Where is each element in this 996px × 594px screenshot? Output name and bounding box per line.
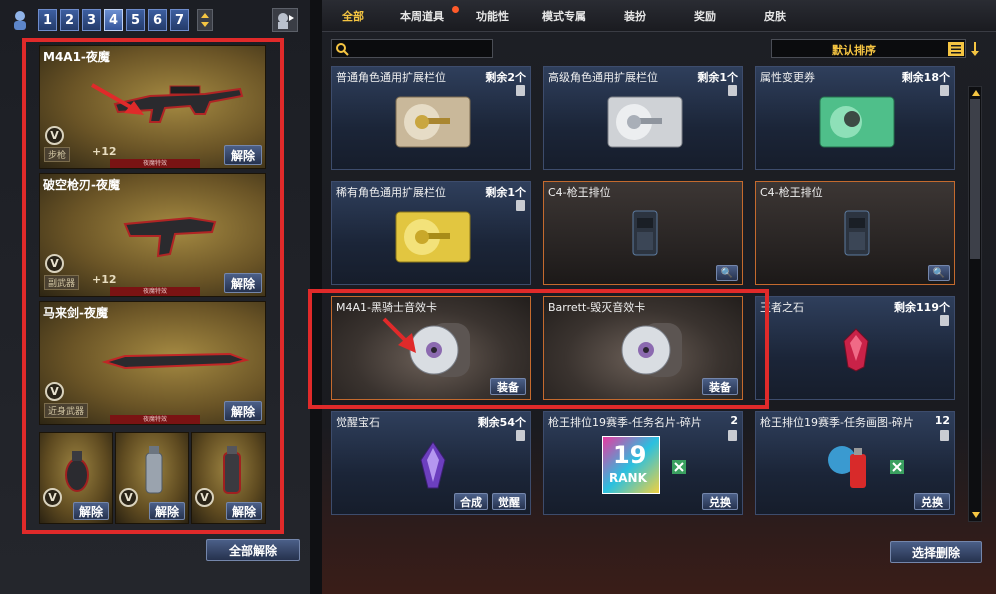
rank-number: 19 (613, 441, 647, 469)
magnify-icon[interactable]: 🔍 (928, 265, 950, 281)
item-name: 普通角色通用扩展栏位 (336, 71, 446, 84)
exchange-button[interactable]: 兑换 (702, 493, 738, 510)
item-card[interactable]: 高级角色通用扩展栏位 剩余1个 (543, 66, 743, 170)
trash-icon[interactable] (940, 430, 949, 441)
trash-icon[interactable] (728, 85, 737, 96)
trash-icon[interactable] (516, 200, 525, 211)
scroll-thumb[interactable] (970, 99, 980, 259)
search-icon (336, 43, 349, 56)
item-count: 剩余54个 (477, 416, 526, 429)
item-card[interactable]: 稀有角色通用扩展栏位 剩余1个 (331, 181, 531, 285)
rank-card-image: 19 RANK (602, 436, 660, 494)
c4-image (844, 210, 870, 256)
remove-all-button[interactable]: 全部解除 (206, 539, 300, 561)
item-name: C4-枪王排位 (548, 186, 611, 199)
trash-icon[interactable] (728, 430, 737, 441)
silver-key-ticket-image (395, 96, 471, 148)
awaken-button[interactable]: 觉醒 (492, 493, 526, 510)
new-badge-icon (452, 6, 459, 13)
item-name: 属性变更券 (760, 71, 815, 84)
menu-icon[interactable] (948, 42, 964, 56)
scroll-down-icon[interactable] (971, 511, 981, 519)
scroll-up-icon[interactable] (971, 89, 981, 97)
trash-icon[interactable] (940, 85, 949, 96)
tab-costume[interactable]: 装扮 (624, 0, 646, 32)
category-tabs: 全部 本周道具 功能性 模式专属 装扮 奖励 皮肤 (322, 0, 996, 32)
trash-icon[interactable] (516, 85, 525, 96)
item-count: 剩余1个 (697, 71, 738, 84)
page-button-3[interactable]: 3 (82, 9, 101, 31)
item-name: 高级角色通用扩展栏位 (548, 71, 658, 84)
page-button-2[interactable]: 2 (60, 9, 79, 31)
search-bar[interactable] (331, 39, 493, 58)
tab-skins[interactable]: 皮肤 (764, 0, 786, 32)
item-count: 2 (730, 414, 738, 427)
item-card[interactable]: 属性变更券 剩余18个 (755, 66, 955, 170)
c4-image (632, 210, 658, 256)
gold-key-ticket-image (395, 211, 471, 263)
spray-can-image (828, 446, 866, 488)
rank-text: RANK (609, 471, 647, 485)
swap-icon[interactable] (272, 8, 298, 32)
trash-icon[interactable] (940, 315, 949, 326)
item-name: 稀有角色通用扩展栏位 (336, 186, 446, 199)
page-button-7[interactable]: 7 (170, 9, 189, 31)
item-card[interactable]: 普通角色通用扩展栏位 剩余2个 (331, 66, 531, 170)
tab-all[interactable]: 全部 (342, 0, 364, 32)
sort-dropdown[interactable]: 默认排序 (771, 39, 966, 58)
highlight-box-left (22, 38, 284, 534)
item-count: 剩余18个 (901, 71, 950, 84)
trash-icon[interactable] (516, 430, 525, 441)
item-count: 剩余2个 (485, 71, 526, 84)
item-card[interactable]: C4-枪王排位 🔍 (755, 181, 955, 285)
puzzle-icon (890, 460, 904, 474)
item-count: 剩余1个 (485, 186, 526, 199)
page-button-6[interactable]: 6 (148, 9, 167, 31)
tab-rewards[interactable]: 奖励 (694, 0, 716, 32)
green-ticket-image (819, 96, 895, 148)
loadout-panel: 1 2 3 4 5 6 7 M4A1-夜魔 V 步枪 +12 夜魔特效 解除 破… (0, 0, 310, 594)
sort-direction-icon[interactable] (968, 39, 982, 58)
select-delete-button[interactable]: 选择删除 (890, 541, 982, 563)
scrollbar[interactable] (968, 86, 982, 522)
exchange-button[interactable]: 兑换 (914, 493, 950, 510)
page-button-1[interactable]: 1 (38, 9, 57, 31)
item-card[interactable]: C4-枪王排位 🔍 (543, 181, 743, 285)
item-name: 觉醒宝石 (336, 416, 380, 429)
item-count: 12 (934, 414, 950, 427)
item-name: 枪王排位19赛季-任务名片-碎片 (548, 416, 702, 429)
item-card[interactable]: 觉醒宝石 剩余54个 合成 觉醒 (331, 411, 531, 515)
page-updown-arrows[interactable] (197, 9, 213, 31)
item-card[interactable]: 王者之石 剩余119个 (755, 296, 955, 400)
red-gem-image (843, 328, 869, 372)
tab-weekly[interactable]: 本周道具 (400, 0, 444, 32)
purple-crystal-image (420, 441, 446, 489)
search-input[interactable] (352, 41, 490, 56)
combine-button[interactable]: 合成 (454, 493, 488, 510)
item-name: C4-枪王排位 (760, 186, 823, 199)
highlight-box-right (308, 289, 769, 409)
item-card[interactable]: 枪王排位19赛季-任务画图-碎片 12 兑换 (755, 411, 955, 515)
silver-key-ticket-image (607, 96, 683, 148)
page-button-5[interactable]: 5 (126, 9, 145, 31)
puzzle-icon (672, 460, 686, 474)
magnify-icon[interactable]: 🔍 (716, 265, 738, 281)
tab-mode-exclusive[interactable]: 模式专属 (542, 0, 586, 32)
sort-label: 默认排序 (832, 44, 876, 57)
page-button-4[interactable]: 4 (104, 9, 123, 31)
character-icon[interactable] (12, 9, 28, 31)
tab-functional[interactable]: 功能性 (476, 0, 509, 32)
item-count: 剩余119个 (894, 301, 950, 314)
item-card[interactable]: 枪王排位19赛季-任务名片-碎片 2 19 RANK 兑换 (543, 411, 743, 515)
item-name: 枪王排位19赛季-任务画图-碎片 (760, 416, 914, 429)
